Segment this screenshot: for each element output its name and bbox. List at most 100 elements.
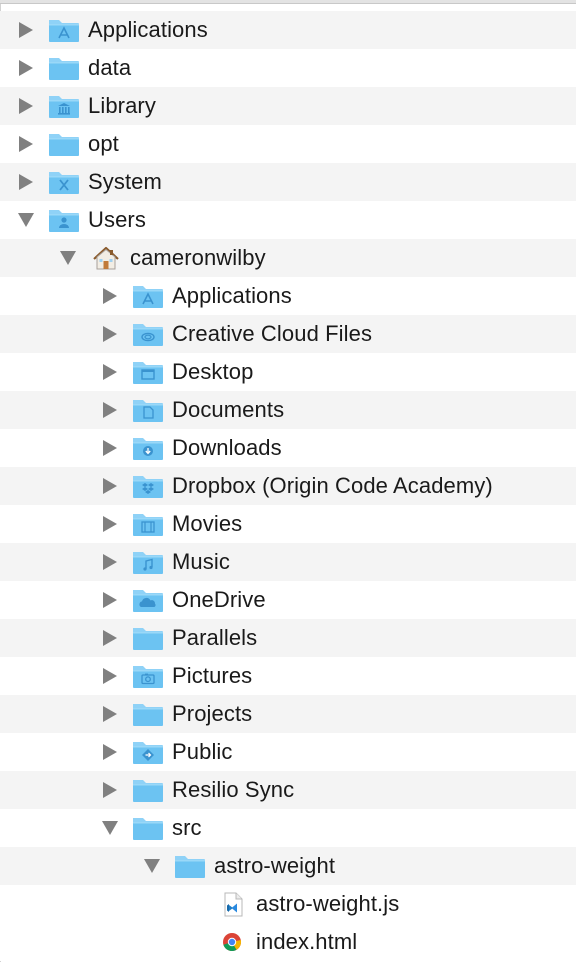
folder-row[interactable]: Projects (0, 695, 576, 733)
disclosure-triangle-right-icon[interactable] (103, 630, 117, 646)
folder-row[interactable]: astro-weight (0, 847, 576, 885)
folder-row[interactable]: Creative Cloud Files (0, 315, 576, 353)
folder-library-icon (48, 92, 80, 120)
disclosure-triangle-right-icon[interactable] (103, 744, 117, 760)
disclosure-toggle[interactable] (94, 429, 126, 467)
folder-icon (48, 130, 80, 158)
disclosure-triangle-down-icon[interactable] (102, 821, 118, 835)
disclosure-triangle-right-icon[interactable] (103, 364, 117, 380)
disclosure-toggle[interactable] (10, 11, 42, 49)
folder-pictures-icon (132, 662, 164, 690)
file-row[interactable]: astro-weight.js (0, 885, 576, 923)
disclosure-triangle-right-icon[interactable] (19, 60, 33, 76)
disclosure-triangle-right-icon[interactable] (19, 136, 33, 152)
folder-row[interactable]: OneDrive (0, 581, 576, 619)
folder-row[interactable]: cameronwilby (0, 239, 576, 277)
disclosure-triangle-right-icon[interactable] (19, 22, 33, 38)
disclosure-triangle-right-icon[interactable] (103, 706, 117, 722)
folder-name: Parallels (172, 625, 258, 650)
disclosure-triangle-right-icon[interactable] (103, 516, 117, 532)
chrome-file-icon (216, 928, 248, 956)
disclosure-toggle[interactable] (10, 125, 42, 163)
folder-row[interactable]: Library (0, 87, 576, 125)
folder-name: Projects (172, 701, 253, 726)
folder-icon (132, 624, 164, 652)
disclosure-triangle-right-icon[interactable] (103, 782, 117, 798)
folder-system-icon (48, 168, 80, 196)
folder-movies-icon (132, 510, 164, 538)
disclosure-toggle[interactable] (94, 581, 126, 619)
disclosure-triangle-right-icon[interactable] (103, 668, 117, 684)
disclosure-toggle[interactable] (10, 201, 42, 239)
folder-icon (48, 54, 80, 82)
disclosure-toggle[interactable] (10, 49, 42, 87)
disclosure-triangle-right-icon[interactable] (19, 98, 33, 114)
folder-name: Applications (172, 283, 292, 308)
folder-row[interactable]: Downloads (0, 429, 576, 467)
folder-icon (174, 852, 206, 880)
folder-public-icon (132, 738, 164, 766)
folder-name: Library (88, 93, 156, 118)
disclosure-toggle[interactable] (94, 809, 126, 847)
folder-row[interactable]: Music (0, 543, 576, 581)
disclosure-toggle[interactable] (10, 87, 42, 125)
disclosure-triangle-right-icon[interactable] (103, 554, 117, 570)
folder-row[interactable]: Applications (0, 277, 576, 315)
disclosure-toggle[interactable] (94, 657, 126, 695)
disclosure-toggle[interactable] (94, 733, 126, 771)
disclosure-triangle-down-icon[interactable] (144, 859, 160, 873)
disclosure-toggle[interactable] (94, 543, 126, 581)
folder-row[interactable]: Parallels (0, 619, 576, 657)
folder-row[interactable]: System (0, 163, 576, 201)
folder-row[interactable]: src (0, 809, 576, 847)
disclosure-toggle[interactable] (94, 277, 126, 315)
folder-row[interactable]: Pictures (0, 657, 576, 695)
disclosure-toggle[interactable] (52, 239, 84, 277)
disclosure-toggle[interactable] (136, 847, 168, 885)
folder-row[interactable]: Users (0, 201, 576, 239)
folder-row[interactable]: data (0, 49, 576, 87)
folder-name: Downloads (172, 435, 282, 460)
disclosure-toggle[interactable] (94, 695, 126, 733)
disclosure-toggle[interactable] (94, 391, 126, 429)
disclosure-toggle[interactable] (94, 467, 126, 505)
disclosure-triangle-right-icon[interactable] (103, 592, 117, 608)
folder-row[interactable]: Dropbox (Origin Code Academy) (0, 467, 576, 505)
folder-documents-icon (132, 396, 164, 424)
disclosure-toggle[interactable] (94, 353, 126, 391)
folder-row[interactable]: Documents (0, 391, 576, 429)
folder-applications-icon (132, 282, 164, 310)
disclosure-toggle[interactable] (94, 771, 126, 809)
disclosure-triangle-down-icon[interactable] (18, 213, 34, 227)
folder-name: Desktop (172, 359, 254, 384)
folder-row[interactable]: Resilio Sync (0, 771, 576, 809)
folder-desktop-icon (132, 358, 164, 386)
disclosure-triangle-down-icon[interactable] (60, 251, 76, 265)
folder-row[interactable]: opt (0, 125, 576, 163)
disclosure-toggle[interactable] (94, 505, 126, 543)
folder-users-icon (48, 206, 80, 234)
folder-name: Applications (88, 17, 208, 42)
disclosure-triangle-right-icon[interactable] (103, 402, 117, 418)
folder-row[interactable]: Public (0, 733, 576, 771)
file-row[interactable]: index.html (0, 923, 576, 961)
folder-name: Creative Cloud Files (172, 321, 373, 346)
disclosure-triangle-right-icon[interactable] (19, 174, 33, 190)
folder-name: opt (88, 131, 119, 156)
file-name: index.html (256, 929, 358, 954)
disclosure-toggle[interactable] (10, 163, 42, 201)
folder-icon (132, 776, 164, 804)
disclosure-triangle-right-icon[interactable] (103, 478, 117, 494)
folder-dropbox-icon (132, 472, 164, 500)
folder-icon (132, 814, 164, 842)
disclosure-toggle[interactable] (94, 315, 126, 353)
folder-row[interactable]: Applications (0, 11, 576, 49)
disclosure-triangle-right-icon[interactable] (103, 440, 117, 456)
disclosure-triangle-right-icon[interactable] (103, 288, 117, 304)
folder-row[interactable]: Desktop (0, 353, 576, 391)
folder-icon (132, 700, 164, 728)
folder-row[interactable]: Movies (0, 505, 576, 543)
disclosure-triangle-right-icon[interactable] (103, 326, 117, 342)
disclosure-toggle[interactable] (94, 619, 126, 657)
folder-name: Pictures (172, 663, 253, 688)
